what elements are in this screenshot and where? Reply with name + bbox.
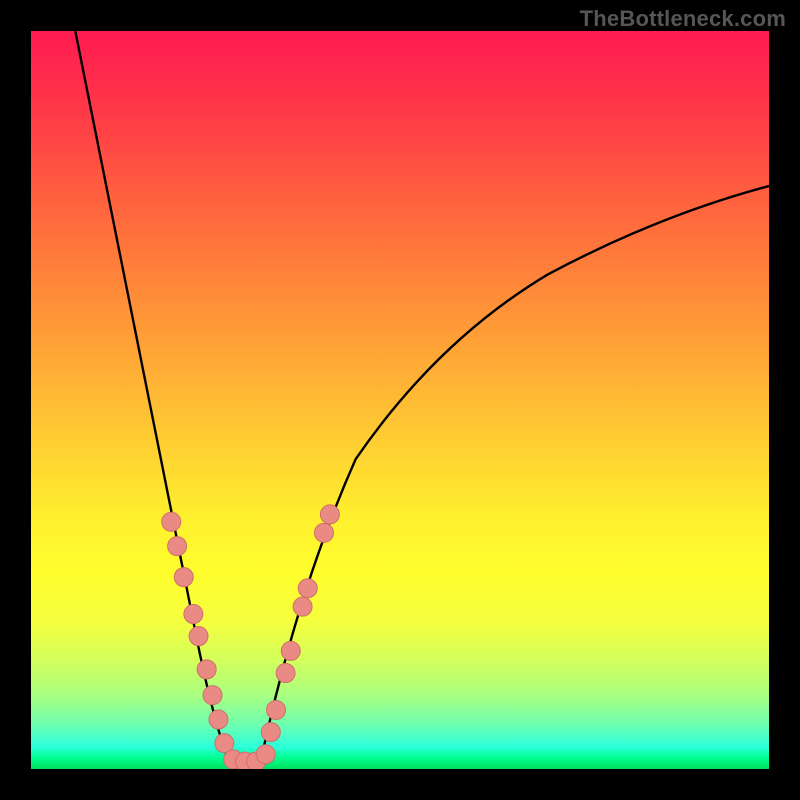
marker-point (298, 579, 317, 598)
marker-point (276, 664, 295, 683)
marker-point (256, 745, 275, 764)
marker-point (168, 537, 187, 556)
watermark-text: TheBottleneck.com (580, 6, 786, 32)
marker-point (203, 686, 222, 705)
marker-point (320, 505, 339, 524)
marker-point (162, 512, 181, 531)
highlight-markers (162, 505, 340, 769)
marker-point (189, 627, 208, 646)
marker-point (261, 723, 280, 742)
marker-point (314, 523, 333, 542)
marker-point (184, 605, 203, 624)
curve-left (75, 31, 230, 765)
plot-area (31, 31, 769, 769)
marker-point (281, 641, 300, 660)
marker-point (197, 660, 216, 679)
curve-right (260, 186, 769, 765)
chart-overlay (31, 31, 769, 769)
marker-point (209, 710, 228, 729)
marker-point (293, 597, 312, 616)
chart-frame: TheBottleneck.com (0, 0, 800, 800)
marker-point (267, 700, 286, 719)
marker-point (174, 568, 193, 587)
